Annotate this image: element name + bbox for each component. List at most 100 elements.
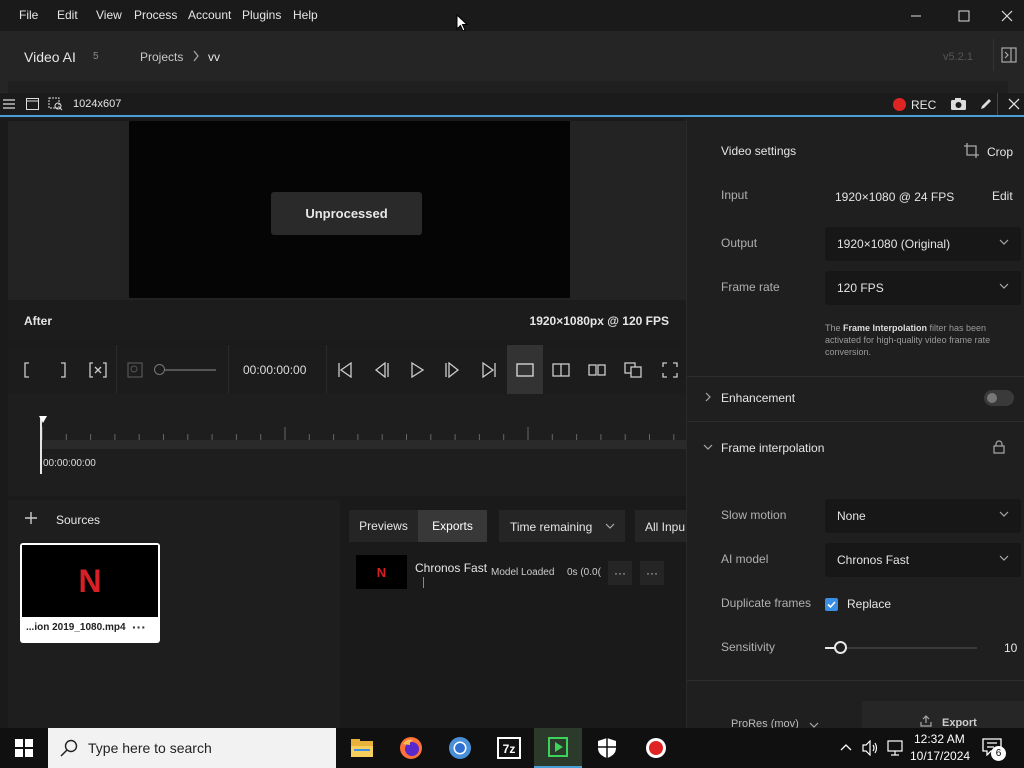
add-source-icon[interactable]: [24, 511, 38, 525]
edit-input-button[interactable]: Edit: [992, 189, 1013, 203]
sensitivity-thumb[interactable]: [834, 641, 848, 654]
7zip-icon[interactable]: 7z: [485, 728, 533, 768]
filter-dropdown[interactable]: All Inpu: [635, 510, 686, 542]
queue-item-time: 0s (0.0(: [567, 567, 601, 578]
previous-frame-icon[interactable]: [370, 345, 392, 394]
chevron-down-icon: [999, 239, 1009, 245]
tab-previews[interactable]: Previews: [349, 510, 418, 542]
queue-item-status: Model Loaded: [491, 567, 555, 578]
video-ai-taskbar-icon[interactable]: [534, 728, 582, 768]
close-recorder-icon[interactable]: [1008, 98, 1020, 110]
volume-icon[interactable]: [862, 740, 880, 756]
compare-icon[interactable]: [622, 345, 644, 394]
menu-process[interactable]: Process: [134, 8, 177, 22]
sensitivity-track[interactable]: [825, 647, 977, 649]
toolbar-divider: [997, 93, 998, 115]
close-window-button[interactable]: [989, 0, 1024, 31]
fullscreen-icon[interactable]: [659, 345, 681, 394]
play-icon[interactable]: [406, 345, 428, 394]
crop-icon[interactable]: [964, 143, 979, 158]
zoom-fit-icon[interactable]: [124, 345, 146, 394]
lock-icon[interactable]: [993, 440, 1005, 454]
chevron-down-icon[interactable]: [703, 444, 713, 450]
window-capture-icon[interactable]: [26, 98, 39, 110]
queue-more-icon[interactable]: ···: [640, 561, 664, 585]
sort-dropdown[interactable]: Time remaining: [499, 510, 625, 542]
file-explorer-icon[interactable]: [338, 728, 386, 768]
tab-exports[interactable]: Exports: [418, 510, 487, 542]
capture-resolution: 1024x607: [73, 98, 122, 110]
filter-label: All Inpu: [645, 520, 686, 534]
next-frame-icon[interactable]: [442, 345, 464, 394]
clock-date[interactable]: 10/17/2024: [910, 749, 970, 763]
maximize-button[interactable]: [941, 0, 987, 31]
video-settings-title: Video settings: [721, 144, 797, 158]
hamburger-menu-icon[interactable]: [3, 98, 15, 110]
menu-edit[interactable]: Edit: [57, 8, 78, 22]
network-icon[interactable]: [887, 740, 905, 756]
chevron-down-icon: [999, 555, 1009, 561]
menu-view[interactable]: View: [96, 8, 122, 22]
queue-item-more-icon[interactable]: ···: [608, 561, 632, 585]
menu-file[interactable]: File: [19, 8, 38, 22]
minimize-button[interactable]: [893, 0, 939, 31]
pen-icon[interactable]: [979, 97, 993, 111]
skip-to-end-icon[interactable]: [478, 345, 500, 394]
panel-toggle-icon: [1001, 47, 1017, 63]
framerate-dropdown[interactable]: 120 FPS: [825, 271, 1021, 305]
export-button[interactable]: Export: [862, 701, 1024, 729]
enhancement-header[interactable]: Enhancement: [721, 391, 795, 405]
search-placeholder: Type here to search: [88, 740, 212, 756]
menubar: File Edit View Process Account Plugins H…: [0, 0, 1024, 32]
clock-time[interactable]: 12:32 AM: [914, 732, 965, 746]
zoom-slider-thumb[interactable]: [154, 364, 165, 375]
timeline-ticks: [41, 427, 675, 440]
replace-checkbox[interactable]: [825, 598, 838, 611]
menu-account[interactable]: Account: [188, 8, 231, 22]
crop-button[interactable]: Crop: [987, 145, 1013, 159]
queue-panel: Previews Exports Time remaining All Inpu…: [340, 500, 686, 728]
queue-item-progress: [423, 577, 424, 588]
frame-interpolation-header[interactable]: Frame interpolation: [721, 441, 824, 455]
source-more-icon[interactable]: ···: [132, 619, 146, 635]
toggle-panel-button[interactable]: [993, 39, 1024, 71]
single-view-button[interactable]: [507, 345, 543, 394]
timeline-track[interactable]: [40, 440, 686, 449]
mark-out-icon[interactable]: [52, 345, 74, 394]
playhead-marker-icon[interactable]: [39, 416, 47, 423]
firefox-icon[interactable]: [387, 728, 435, 768]
source-filename: ...ion 2019_1080.mp4: [26, 622, 126, 633]
region-capture-icon[interactable]: [48, 97, 63, 111]
sensitivity-value: 10: [1004, 641, 1018, 655]
chrome-icon[interactable]: [436, 728, 484, 768]
screen-recorder-icon[interactable]: [632, 728, 680, 768]
playback-controls: 00:00:00:00: [8, 345, 686, 394]
queue-item-thumbnail: N: [356, 555, 407, 589]
mark-in-icon[interactable]: [16, 345, 38, 394]
windows-start-icon[interactable]: [0, 728, 48, 768]
camera-icon[interactable]: [950, 97, 967, 111]
taskbar-search[interactable]: Type here to search: [48, 728, 336, 768]
enhancement-toggle[interactable]: [984, 390, 1014, 406]
playhead[interactable]: [40, 418, 42, 474]
rec-button[interactable]: REC: [911, 98, 936, 112]
menu-help[interactable]: Help: [293, 8, 318, 22]
header-strip: [8, 81, 1008, 93]
skip-to-start-icon[interactable]: [334, 345, 356, 394]
menu-plugins[interactable]: Plugins: [242, 8, 281, 22]
output-dropdown[interactable]: 1920×1080 (Original): [825, 227, 1021, 261]
side-by-side-icon[interactable]: [586, 345, 608, 394]
source-card[interactable]: N ...ion 2019_1080.mp4 ···: [20, 543, 160, 643]
queue-item-name: Chronos Fast: [415, 561, 488, 575]
breadcrumb-projects[interactable]: Projects: [140, 50, 183, 64]
timeline[interactable]: 00:00:00:00: [8, 394, 686, 496]
chevron-right-icon[interactable]: [705, 392, 711, 402]
slowmo-dropdown[interactable]: None: [825, 499, 1021, 533]
chevron-up-icon[interactable]: [840, 743, 852, 751]
clear-marks-icon[interactable]: [86, 345, 110, 394]
aimodel-dropdown[interactable]: Chronos Fast: [825, 543, 1021, 577]
split-view-icon[interactable]: [550, 345, 572, 394]
breadcrumb-chevron-icon: [192, 50, 200, 62]
security-shield-icon[interactable]: [583, 728, 631, 768]
chevron-down-icon: [999, 511, 1009, 517]
